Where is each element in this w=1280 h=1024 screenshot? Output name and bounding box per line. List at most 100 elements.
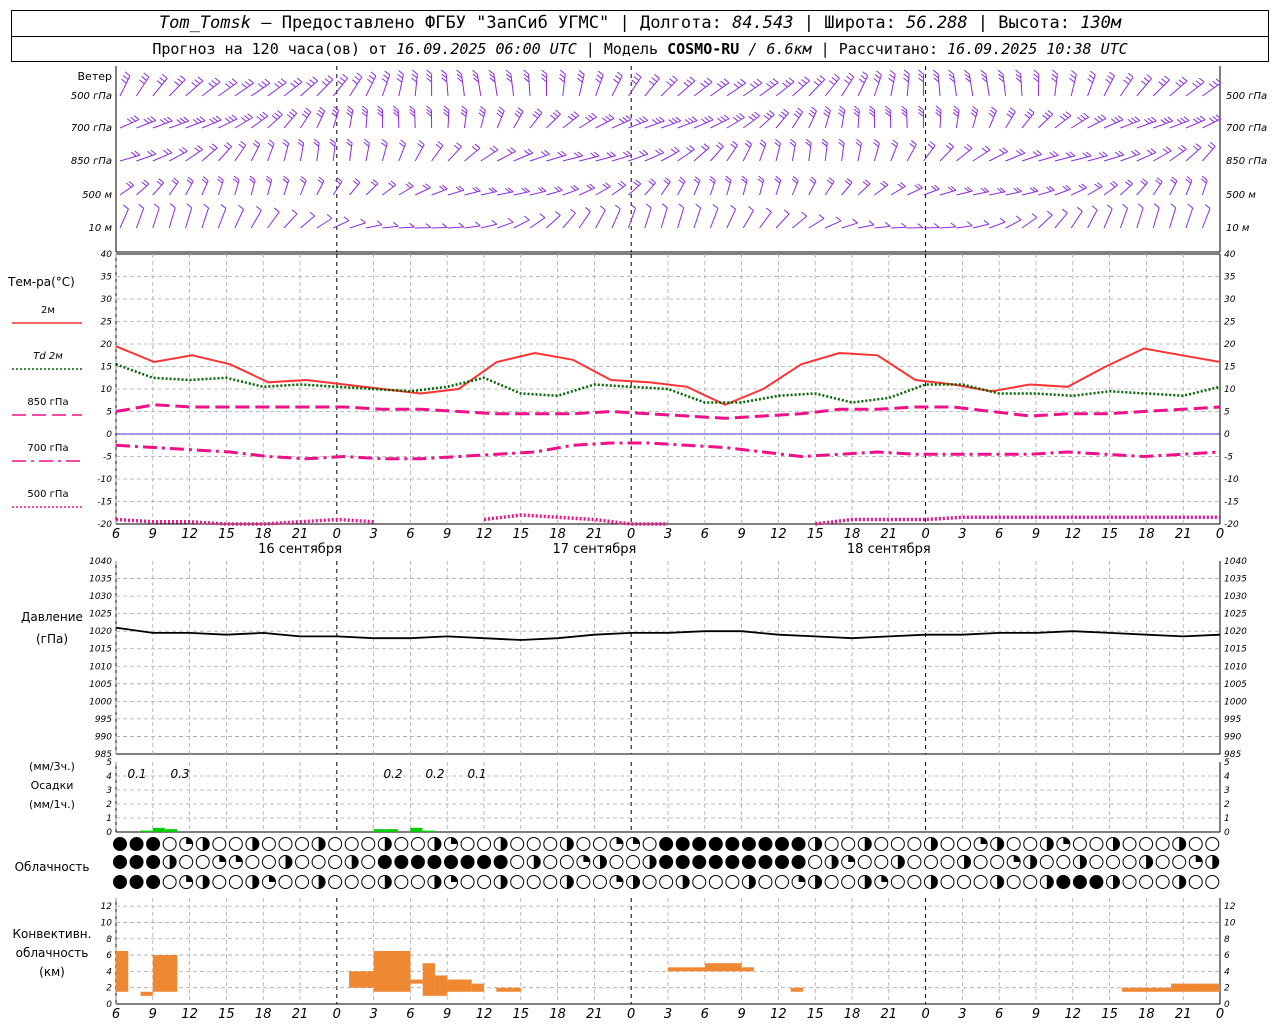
wind-barb	[890, 226, 907, 229]
wind-flag	[790, 138, 796, 144]
y-tick-temp-right: 0	[1224, 430, 1230, 440]
wind-flag	[384, 70, 390, 76]
wind-flag	[927, 143, 934, 149]
wind-flag	[228, 116, 235, 121]
pressure-title: Давление	[21, 610, 83, 624]
cloud-symbol	[543, 855, 558, 869]
conv-box	[410, 979, 423, 984]
wind-barb	[660, 207, 668, 229]
wind-flag	[259, 113, 266, 119]
wind-flag	[1006, 113, 1013, 118]
wind-barb	[726, 209, 737, 229]
wind-flag	[1051, 73, 1058, 79]
wind-flag	[605, 115, 611, 121]
wind-level: 850 гПа	[71, 156, 112, 167]
wind-flag	[1117, 115, 1124, 121]
wind-flag	[948, 69, 954, 75]
cloud-fill	[130, 875, 144, 889]
y-tick-conv: 8	[106, 935, 112, 945]
cloud-symbol	[824, 875, 839, 889]
cloud-half	[500, 875, 508, 889]
wind-flag	[1076, 206, 1083, 212]
wind-barb	[283, 81, 303, 97]
wind-flag	[648, 180, 654, 186]
wind-barb	[595, 209, 606, 229]
cloud-symbol	[295, 837, 310, 851]
cloud-symbol	[940, 875, 955, 889]
wind-flag	[163, 149, 169, 155]
cloud-fill	[477, 855, 491, 869]
cloud-symbol	[1039, 855, 1054, 869]
wind-flag	[967, 221, 973, 227]
wind-flag	[730, 204, 736, 210]
cloud-symbol	[592, 875, 607, 889]
wind-barb	[480, 223, 497, 229]
wind-flag	[868, 220, 875, 226]
wind-flag	[156, 180, 163, 186]
wind-flag	[809, 179, 816, 184]
wind-barb	[611, 75, 623, 97]
wind-flag	[1151, 116, 1157, 122]
wind-flag	[126, 182, 132, 188]
y-tick-press: 1000	[89, 697, 112, 707]
wind-flag	[659, 116, 665, 122]
wind-flag	[559, 69, 566, 75]
wind-flag	[212, 117, 219, 122]
wind-flag	[672, 75, 678, 81]
wind-flag	[408, 181, 414, 187]
y-tick-conv: 2	[106, 984, 112, 994]
cloud-half	[202, 837, 210, 851]
x-tick-temp: 3	[958, 527, 966, 542]
wind-barb	[775, 81, 795, 97]
wind-flag	[964, 69, 970, 75]
conv-box	[471, 983, 484, 992]
wind-flag	[1088, 74, 1095, 80]
cloud-fill	[113, 875, 127, 889]
wind-level-right: 500 гПа	[1226, 91, 1267, 102]
y-tick-temp: 20	[101, 340, 113, 350]
wind-flag	[141, 181, 147, 187]
wind-flag	[303, 110, 310, 116]
wind-flag	[1046, 210, 1053, 216]
legend-label: Td 2м	[33, 351, 63, 362]
x-tick-temp: 3	[369, 527, 377, 542]
wind-flag	[241, 83, 248, 89]
cloud-symbol	[1155, 855, 1170, 869]
wind-flag	[828, 177, 835, 183]
wind-barb	[1070, 74, 1077, 97]
wind-barb	[447, 189, 465, 196]
wind-flag	[507, 217, 514, 223]
wind-flag	[932, 69, 939, 75]
wind-barb	[824, 220, 842, 229]
wind-flag	[220, 204, 227, 209]
wind-flag	[426, 73, 432, 79]
wind-flag	[1047, 109, 1054, 115]
cloud-symbols	[113, 837, 1220, 889]
wind-flag	[240, 116, 247, 122]
wind-barb	[119, 75, 131, 97]
wind-flag	[143, 118, 150, 124]
wind-barb	[873, 143, 880, 162]
wind-flag	[909, 143, 916, 148]
x-tick-conv: 9	[1032, 1007, 1040, 1022]
wind-level-right: 850 гПа	[1226, 156, 1267, 167]
wind-flag	[852, 218, 858, 224]
cloud-symbol	[1122, 837, 1137, 851]
wind-flag	[718, 141, 724, 147]
wind-barb	[1021, 190, 1039, 196]
wind-flag	[1125, 76, 1132, 81]
x-tick-temp: 18	[844, 527, 861, 542]
wind-flag	[570, 113, 577, 119]
wind-flag	[381, 139, 388, 144]
cloud-fill	[113, 837, 127, 851]
conv-box	[373, 951, 411, 992]
x-tick-temp: 0	[627, 527, 635, 542]
wind-barb	[283, 112, 298, 129]
cloud-symbol	[510, 837, 525, 851]
cloud-half	[997, 837, 1004, 851]
wind-flag	[1130, 117, 1137, 123]
wind-flag	[186, 179, 193, 185]
wind-flag	[441, 223, 448, 228]
wind-flag	[317, 109, 324, 115]
wind-flag	[1024, 113, 1031, 119]
